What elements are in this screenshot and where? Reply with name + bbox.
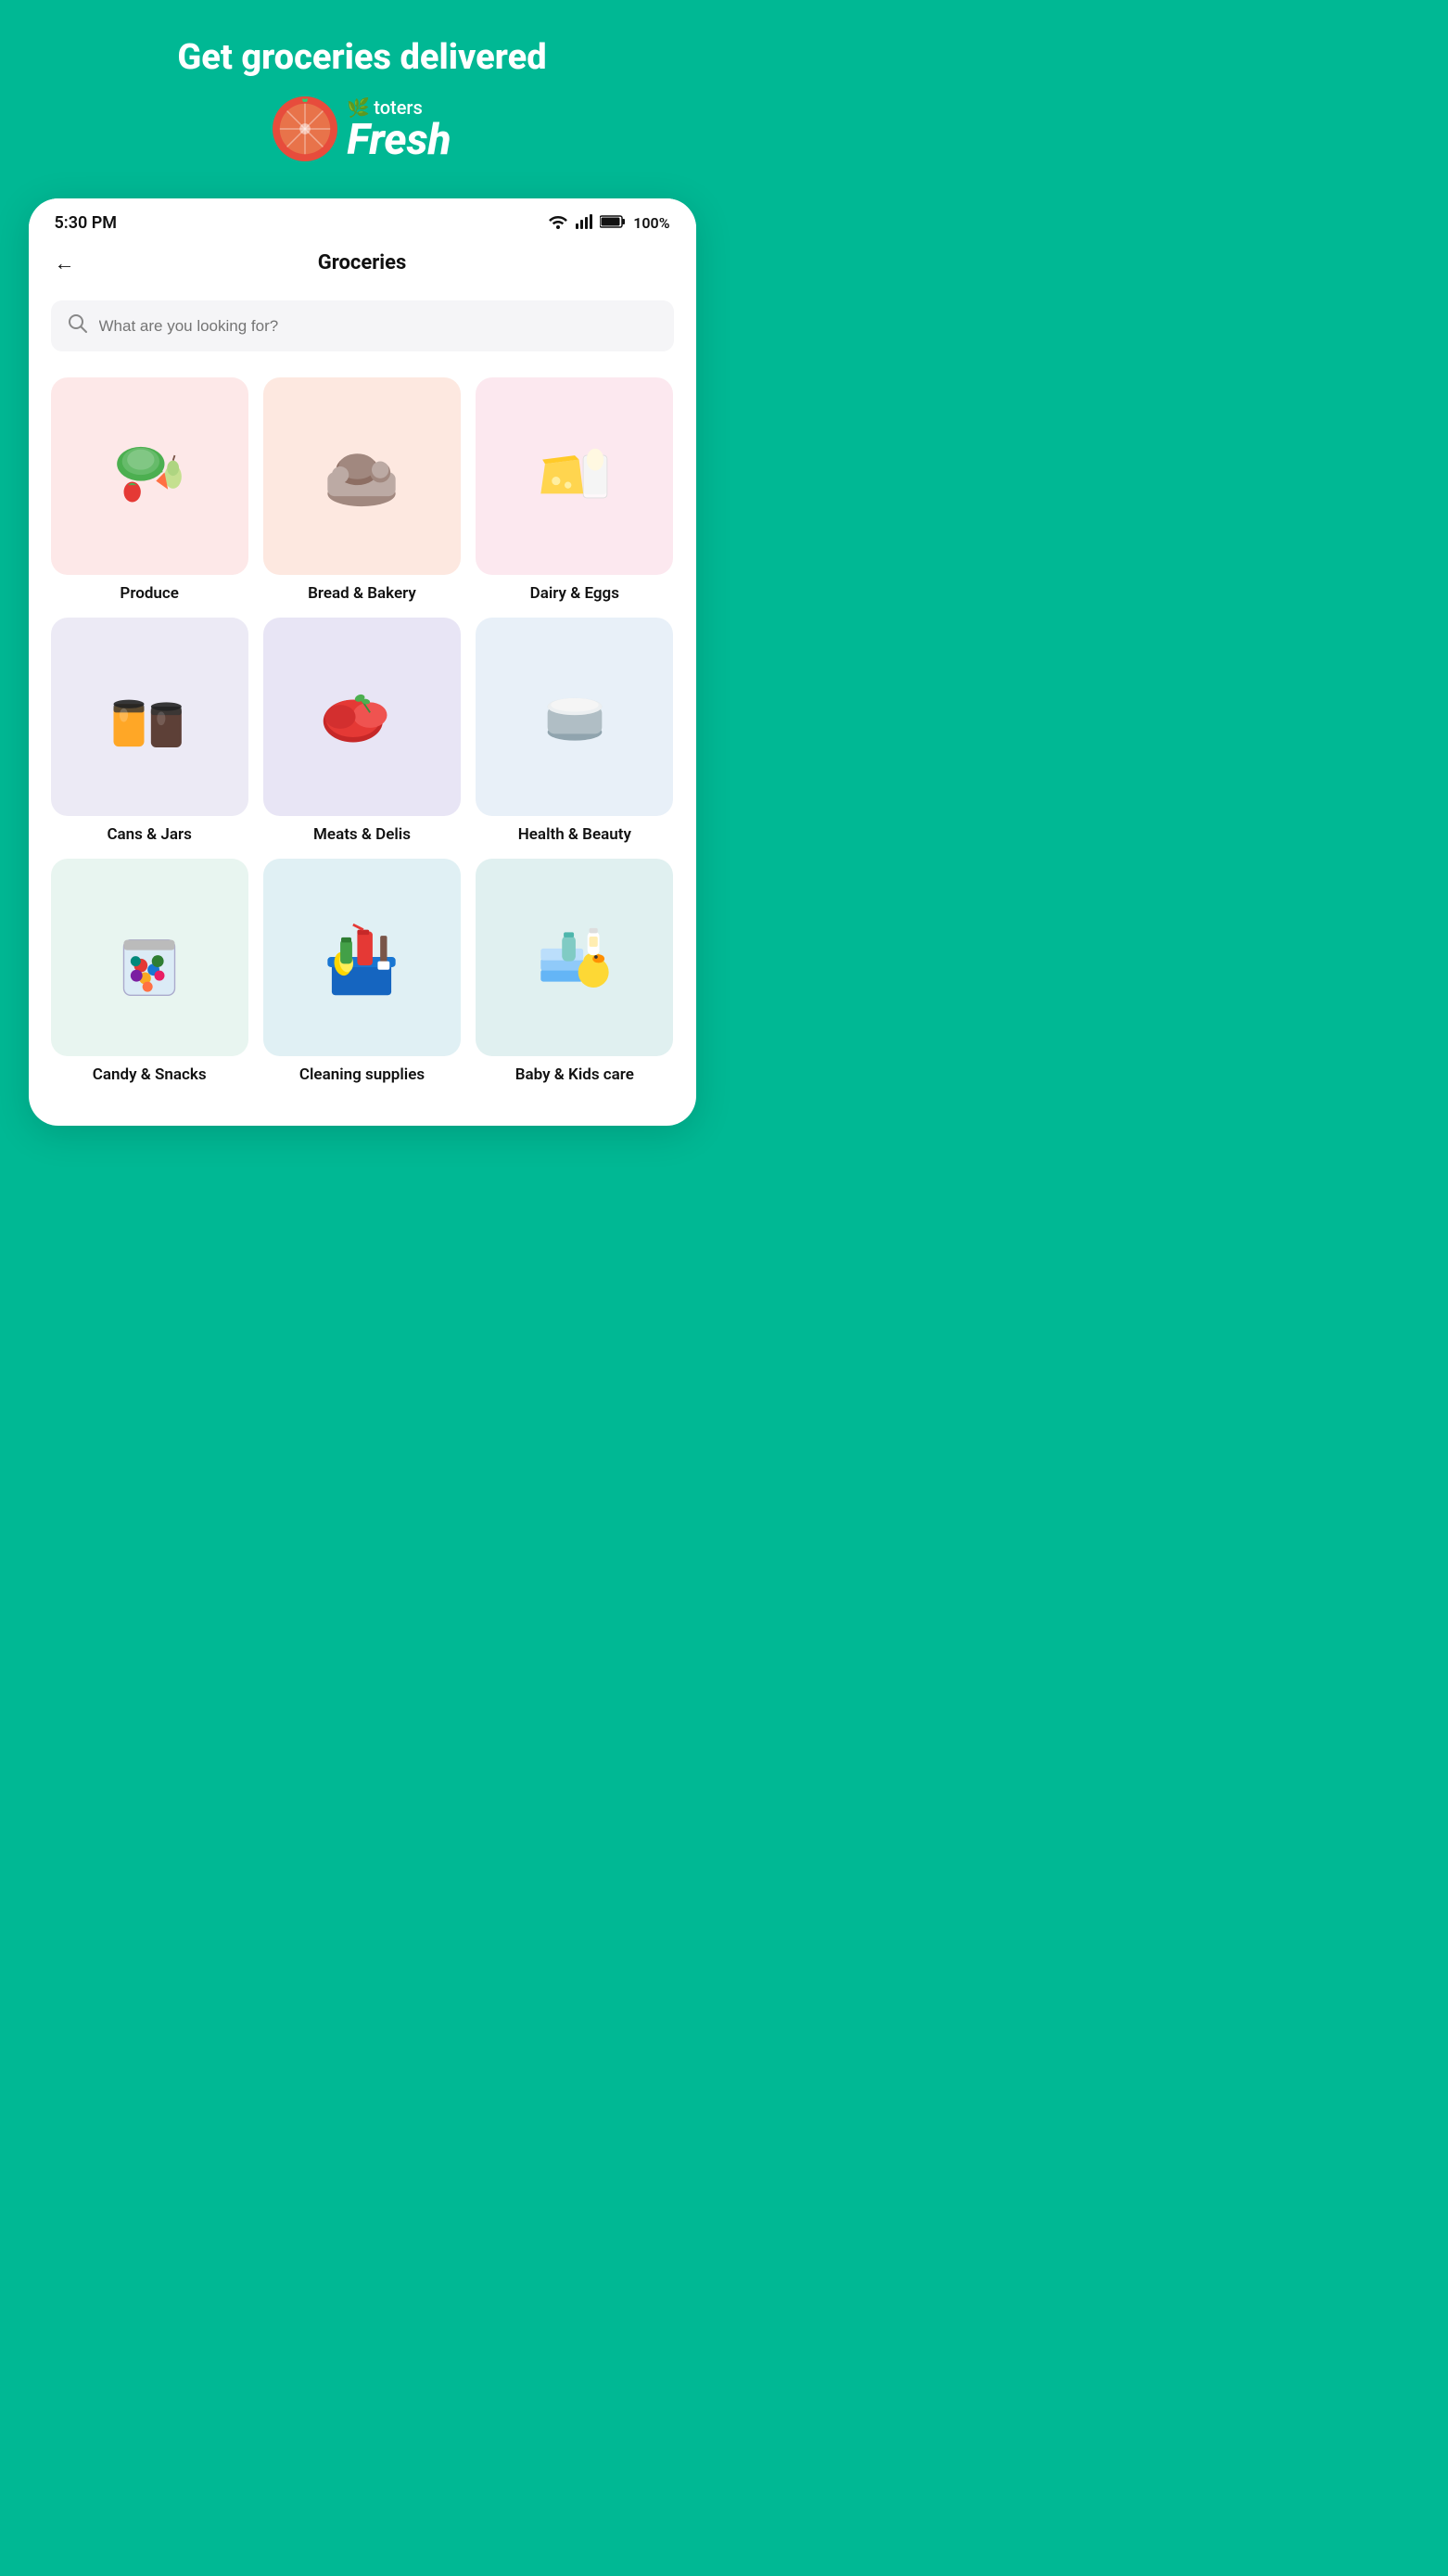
battery-percent: 100% bbox=[633, 214, 669, 232]
category-label-baby-kids: Baby & Kids care bbox=[515, 1065, 634, 1084]
category-item-bread-bakery[interactable]: Bread & Bakery bbox=[263, 377, 461, 603]
category-item-health-beauty[interactable]: Health & Beauty bbox=[476, 618, 673, 843]
status-time: 5:30 PM bbox=[55, 213, 118, 233]
logo-area: 🌿 toters Fresh bbox=[273, 96, 451, 161]
category-item-dairy-eggs[interactable]: Dairy & Eggs bbox=[476, 377, 673, 603]
wifi-icon bbox=[548, 214, 568, 233]
category-item-produce[interactable]: Produce bbox=[51, 377, 248, 603]
nav-bar: ← Groceries bbox=[29, 240, 696, 289]
nav-title: Groceries bbox=[318, 251, 407, 274]
category-image-bread-bakery bbox=[263, 377, 461, 575]
category-image-meats-delis bbox=[263, 618, 461, 815]
category-label-health-beauty: Health & Beauty bbox=[518, 825, 631, 844]
category-item-cleaning-supplies[interactable]: Cleaning supplies bbox=[263, 859, 461, 1084]
search-bar[interactable] bbox=[51, 300, 674, 351]
signal-icon bbox=[576, 214, 592, 233]
category-label-dairy-eggs: Dairy & Eggs bbox=[530, 584, 619, 603]
category-item-meats-delis[interactable]: Meats & Delis bbox=[263, 618, 461, 843]
categories-grid: Produce Bread & Bakery Dairy & Eggs Can bbox=[29, 370, 696, 1091]
search-input[interactable] bbox=[99, 317, 657, 336]
battery-icon bbox=[600, 214, 626, 233]
category-image-candy-snacks bbox=[51, 859, 248, 1056]
search-icon bbox=[68, 313, 88, 338]
category-image-cleaning-supplies bbox=[263, 859, 461, 1056]
category-item-baby-kids[interactable]: Baby & Kids care bbox=[476, 859, 673, 1084]
brand-icon bbox=[273, 96, 337, 161]
back-button[interactable]: ← bbox=[55, 251, 75, 275]
status-icons: 100% bbox=[548, 214, 669, 233]
category-label-cleaning-supplies: Cleaning supplies bbox=[299, 1065, 425, 1084]
category-label-bread-bakery: Bread & Bakery bbox=[308, 584, 416, 603]
category-item-candy-snacks[interactable]: Candy & Snacks bbox=[51, 859, 248, 1084]
category-label-cans-jars: Cans & Jars bbox=[107, 825, 191, 844]
category-image-health-beauty bbox=[476, 618, 673, 815]
category-image-produce bbox=[51, 377, 248, 575]
category-label-produce: Produce bbox=[120, 584, 178, 603]
category-item-cans-jars[interactable]: Cans & Jars bbox=[51, 618, 248, 843]
brand-text: 🌿 toters Fresh bbox=[347, 96, 451, 161]
brand-fresh: Fresh bbox=[347, 119, 451, 161]
category-label-meats-delis: Meats & Delis bbox=[313, 825, 411, 844]
category-image-dairy-eggs bbox=[476, 377, 673, 575]
category-image-cans-jars bbox=[51, 618, 248, 815]
phone-frame: 5:30 PM 100% ← Groceries bbox=[29, 198, 696, 1126]
category-label-candy-snacks: Candy & Snacks bbox=[93, 1065, 207, 1084]
status-bar: 5:30 PM 100% bbox=[29, 198, 696, 240]
hero-headline: Get groceries delivered bbox=[177, 37, 546, 78]
category-image-baby-kids bbox=[476, 859, 673, 1056]
